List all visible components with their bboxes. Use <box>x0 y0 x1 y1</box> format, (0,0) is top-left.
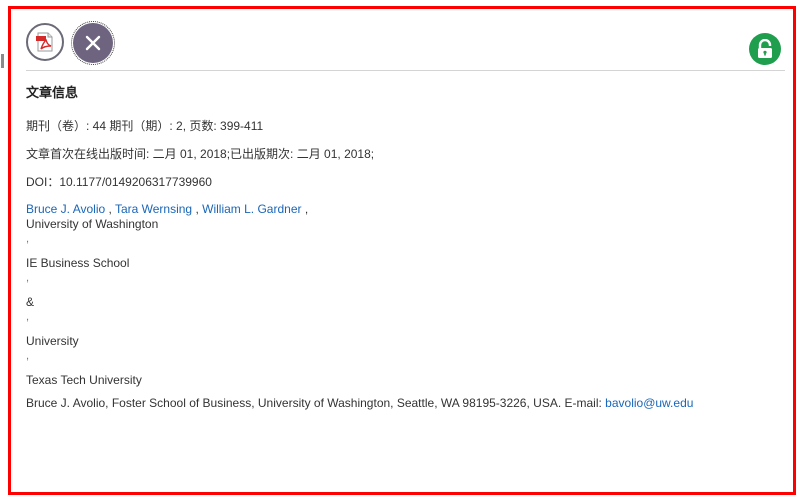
pdf-download-button[interactable] <box>26 23 64 61</box>
affiliation-separator: , <box>26 350 30 362</box>
affiliation-list: University of Washington , IE Business S… <box>26 217 785 396</box>
article-info-content: 文章信息 期刊（卷）: 44 期刊（期）: 2, 页数: 399-411 文章首… <box>26 85 785 411</box>
correspondence-text: Bruce J. Avolio, Foster School of Busine… <box>26 396 606 410</box>
affiliation-separator: , <box>26 311 30 323</box>
open-access-button[interactable] <box>749 33 781 65</box>
toolbar-divider <box>26 70 785 71</box>
author-separator: , <box>301 202 309 216</box>
panel-toolbar <box>11 9 793 71</box>
author-separator: , <box>105 202 115 216</box>
affiliation-separator: , <box>26 272 30 284</box>
unlocked-padlock-icon <box>758 39 772 58</box>
correspondence: Bruce J. Avolio, Foster School of Busine… <box>26 396 785 411</box>
affiliation: University <box>26 334 79 348</box>
section-title: 文章信息 <box>26 85 79 100</box>
author-list: Bruce J. Avolio , Tara Wernsing , Willia… <box>26 202 785 217</box>
author-link[interactable]: Tara Wernsing <box>115 202 192 216</box>
volume-issue-pages: 期刊（卷）: 44 期刊（期）: 2, 页数: 399-411 <box>26 119 264 133</box>
article-info-panel: 文章信息 期刊（卷）: 44 期刊（期）: 2, 页数: 399-411 文章首… <box>8 6 796 495</box>
close-icon <box>85 35 101 51</box>
close-button[interactable] <box>71 21 115 65</box>
affiliation: IE Business School <box>26 256 130 270</box>
doi: DOI：10.1177/0149206317739960 <box>26 175 212 189</box>
pdf-icon <box>36 32 53 52</box>
author-link[interactable]: Bruce J. Avolio <box>26 202 105 216</box>
scroll-indicator <box>1 54 4 68</box>
affiliation: Texas Tech University <box>26 373 142 387</box>
author-link[interactable]: William L. Gardner <box>202 202 301 216</box>
email-link[interactable]: bavolio@uw.edu <box>605 396 693 410</box>
affiliation: & <box>26 295 35 309</box>
affiliation-separator: , <box>26 233 30 245</box>
author-separator: , <box>192 202 203 216</box>
online-publication-date: 文章首次在线出版时间: 二月 01, 2018;已出版期次: 二月 01, 20… <box>26 147 375 161</box>
affiliation: University of Washington <box>26 217 159 231</box>
